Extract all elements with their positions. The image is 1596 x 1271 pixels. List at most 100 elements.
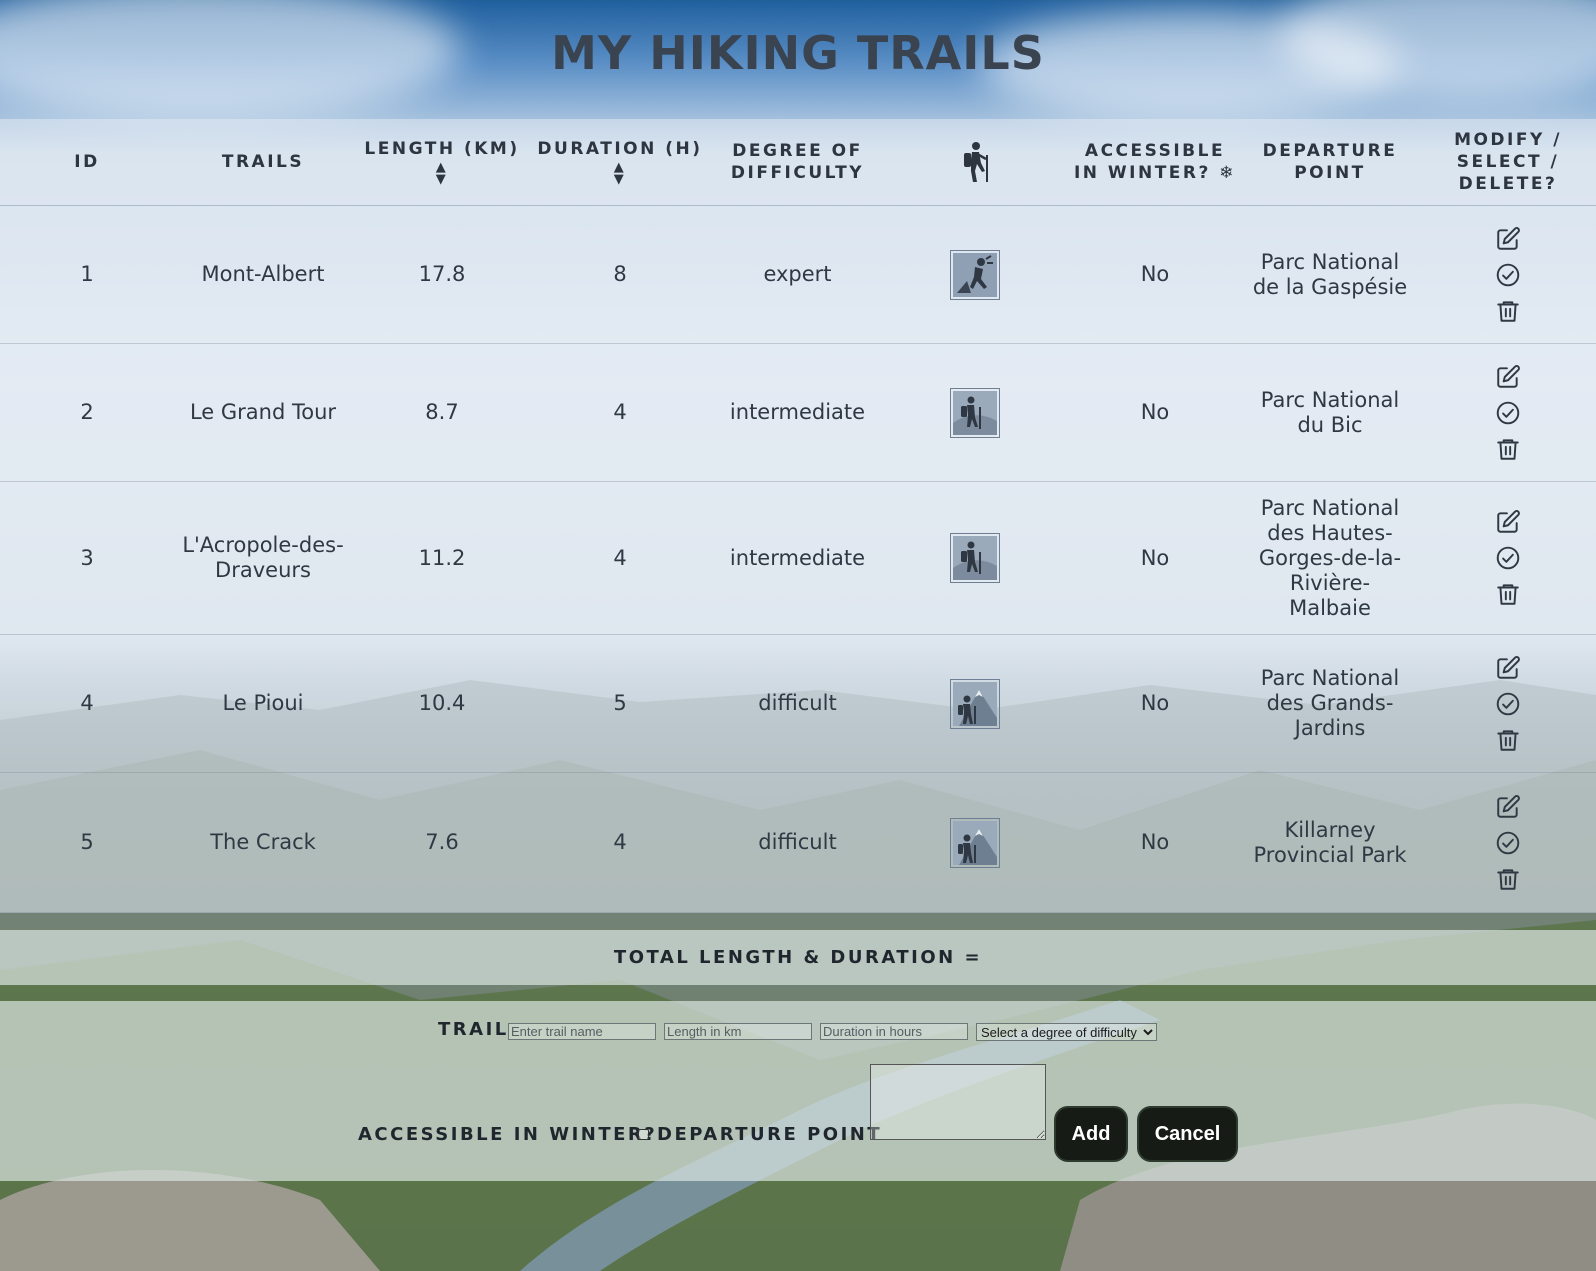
trail-length: 8.7 [352,344,532,481]
difficulty-image [925,635,1025,772]
trail-duration-text: 4 [613,400,627,424]
total-row: TOTAL LENGTH & DURATION = [0,930,1596,985]
trail-duration: 5 [530,635,710,772]
trail-length: 10.4 [352,635,532,772]
trail-difficulty: difficult [710,635,885,772]
edit-icon[interactable] [1495,655,1521,681]
trash-icon[interactable] [1495,866,1521,892]
trail-winter: No [1060,344,1250,481]
trail-duration-text: 4 [613,545,627,570]
trail-departure: Parc National de la Gaspésie [1240,206,1420,343]
table-row: 4 Le Pioui 10.4 5 difficult No Parc National d… [0,635,1596,773]
trail-difficulty-text: intermediate [729,400,866,424]
trash-icon[interactable] [1495,298,1521,324]
trail-length: 17.8 [352,206,532,343]
total-label: TOTAL LENGTH & DURATION = [613,947,983,968]
trail-duration-text: 4 [613,830,627,854]
trail-duration: 4 [530,773,710,912]
trail-winter-text: No [1140,400,1170,424]
winter-checkbox[interactable] [638,1129,649,1140]
difficulty-image [925,773,1025,912]
hiker-mountain-icon [950,678,1000,729]
trail-departure-text: Killarney Provincial Park [1253,817,1407,867]
trail-difficulty-text: difficult [758,830,837,854]
trail-length-text: 10.4 [418,691,466,715]
trail-winter: No [1060,482,1250,634]
header-duration[interactable]: DURATION (H) ▲ ▼ [530,119,710,205]
trail-winter: No [1060,206,1250,343]
trail-departure-text: Parc National de la Gaspésie [1252,249,1408,299]
trash-icon[interactable] [1495,581,1521,607]
trail-actions [1420,206,1596,343]
duration-input[interactable] [820,1023,968,1040]
trail-duration-text: 5 [613,691,627,715]
edit-icon[interactable] [1495,509,1521,535]
difficulty-image [925,344,1025,481]
edit-icon[interactable] [1495,364,1521,390]
edit-icon[interactable] [1495,226,1521,252]
trail-length-text: 7.6 [425,830,459,854]
trail-length: 11.2 [352,482,532,634]
trail-difficulty-text: expert [763,262,832,286]
trail-difficulty: intermediate [710,344,885,481]
header-departure: DEPARTURE POINT [1262,141,1398,183]
table-row: 3 L'Acropole-des-Draveurs 11.2 4 intermediat… [0,482,1596,635]
trail-winter: No [1060,635,1250,772]
select-check-icon[interactable] [1495,262,1521,288]
trail-id: 1 [22,206,152,343]
trail-length-text: 8.7 [425,400,459,424]
trail-actions [1420,344,1596,481]
select-check-icon[interactable] [1495,830,1521,856]
sort-icon[interactable]: ▲ ▼ [436,161,449,186]
trail-name: Le Grand Tour [178,344,348,481]
header-difficulty: DEGREE OF DIFFICULTY [730,141,865,183]
trail-name: Mont-Albert [178,206,348,343]
hiker-hill-icon [950,533,1000,583]
trail-departure: Parc National du Bic [1240,344,1420,481]
trail-id: 5 [22,773,152,912]
hiker-mountain-icon [950,817,1000,868]
trail-id-text: 2 [80,400,94,424]
trail-departure-text: Parc National des Grands-Jardins [1260,666,1400,740]
trash-icon[interactable] [1495,727,1521,753]
difficulty-image [925,206,1025,343]
trail-actions [1420,773,1596,912]
trash-icon[interactable] [1495,436,1521,462]
table-header: ID TRAILS LENGTH (KM) ▲ ▼ DURATION (H) ▲ ▼… [0,119,1596,206]
trail-winter-text: No [1140,691,1170,715]
departure-textarea[interactable] [870,1064,1046,1140]
trail-name-text: Le Pioui [222,691,304,715]
select-check-icon[interactable] [1495,545,1521,571]
sort-icon[interactable]: ▲ ▼ [614,161,627,186]
length-input[interactable] [664,1023,812,1040]
hiker-climbing-icon [950,249,1000,300]
trail-duration: 8 [530,206,710,343]
difficulty-image [925,482,1025,634]
trail-name: L'Acropole-des-Draveurs [178,482,348,634]
trail-id-text: 5 [80,830,94,854]
winter-label: ACCESSIBLE IN WINTER? [358,1124,658,1145]
cancel-button[interactable]: Cancel [1137,1106,1238,1162]
trail-departure: Killarney Provincial Park [1240,773,1420,912]
edit-icon[interactable] [1495,794,1521,820]
trail-difficulty: intermediate [710,482,885,634]
page-title: MY HIKING TRAILS [551,26,1045,80]
trail-duration: 4 [530,482,710,634]
header-trails: TRAILS [221,152,305,172]
add-button[interactable]: Add [1054,1106,1128,1162]
trail-id: 3 [22,482,152,634]
trail-actions [1420,482,1596,634]
trail-name-text: Mont-Albert [201,262,325,286]
header-hiker [925,119,1025,205]
select-check-icon[interactable] [1495,400,1521,426]
table-row: 5 The Crack 7.6 4 difficult No Killarney Provi… [0,773,1596,913]
trail-name-input[interactable] [508,1023,656,1040]
header-winter: ACCESSIBLE IN WINTER? ❄ [1073,141,1237,183]
trail-winter-text: No [1140,830,1170,854]
header-length[interactable]: LENGTH (KM) ▲ ▼ [352,119,532,205]
difficulty-select[interactable]: Select a degree of difficulty [976,1023,1157,1041]
trail-departure-text: Parc National des Hautes-Gorges-de-la-Ri… [1258,495,1402,620]
trail-departure: Parc National des Hautes-Gorges-de-la-Ri… [1240,482,1420,634]
select-check-icon[interactable] [1495,691,1521,717]
trail-departure: Parc National des Grands-Jardins [1240,635,1420,772]
